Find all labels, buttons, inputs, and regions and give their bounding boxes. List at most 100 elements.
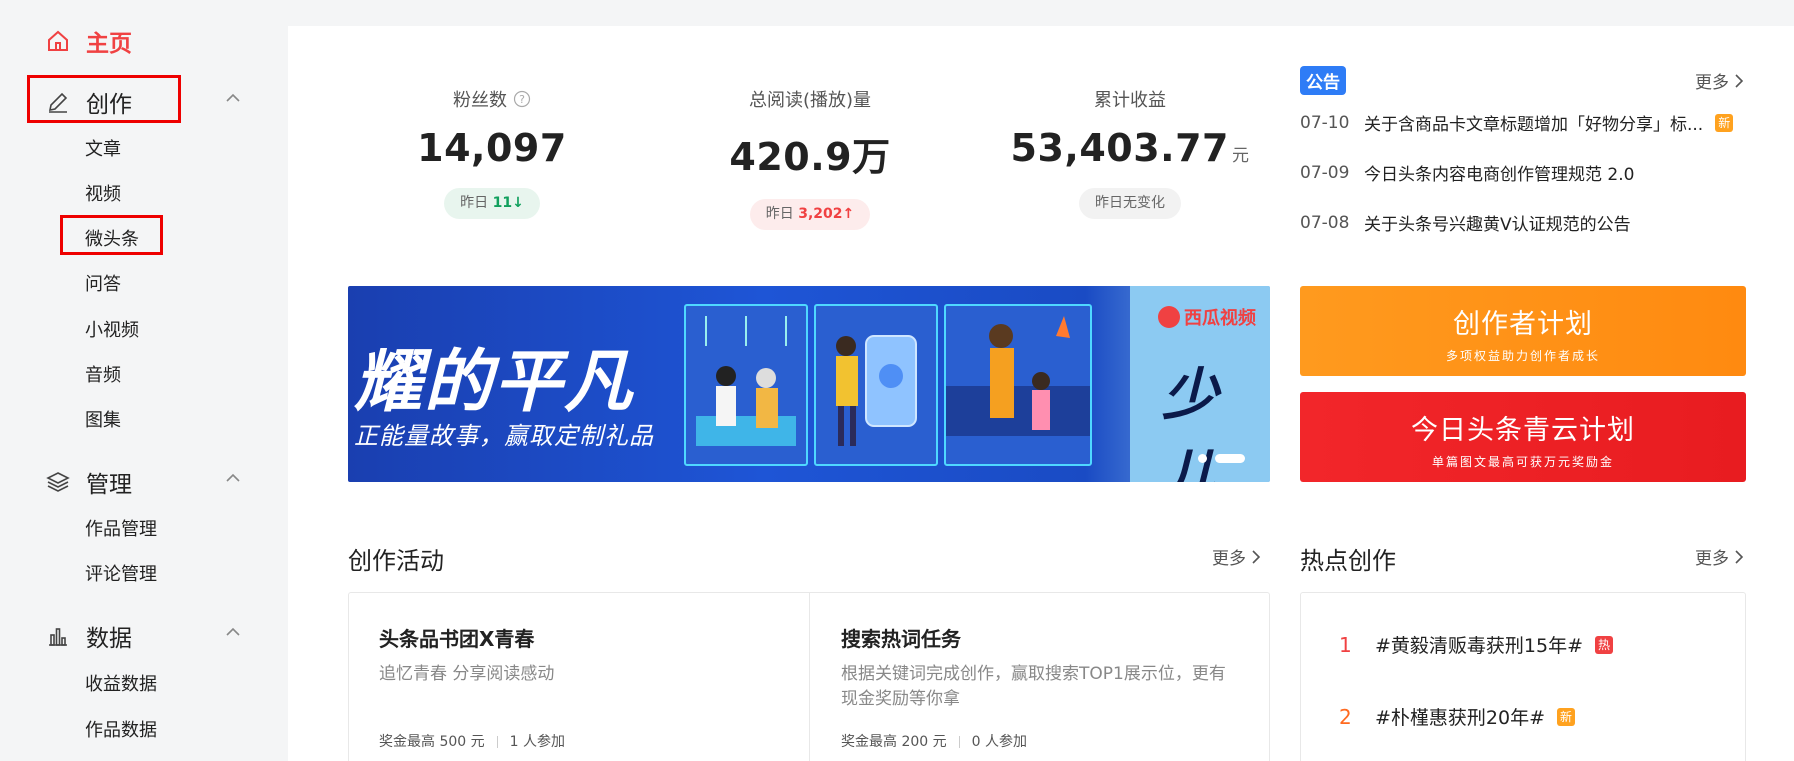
- activity-desc: 根据关键词完成创作，赢取搜索TOP1展示位，更有现金奖励等你拿: [841, 664, 1226, 709]
- kitchen-illustration: [946, 316, 1090, 436]
- hot-title: 热点创作: [1300, 547, 1396, 575]
- carousel-indicators[interactable]: [1198, 454, 1245, 463]
- activity-participants: 0 人参加: [971, 734, 1027, 750]
- stat-label: 累计收益: [1094, 90, 1166, 111]
- stat-unit: 元: [1231, 146, 1250, 166]
- stat-yesterday-pill: 昨日 3,202↑: [749, 199, 871, 230]
- sidebar-item-short-video[interactable]: 小视频: [85, 316, 139, 342]
- sidebar-item-revenue-data[interactable]: 收益数据: [85, 670, 157, 696]
- banner-illustration-panel: [814, 304, 938, 466]
- new-badge: 新: [1715, 113, 1734, 132]
- highlight-box-create: [27, 75, 181, 123]
- help-icon[interactable]: ?: [513, 90, 531, 108]
- arrow-down-icon: ↓: [512, 195, 524, 211]
- nav-home[interactable]: 主页: [46, 24, 132, 58]
- banner-illustration-panel: [944, 304, 1092, 466]
- activity-meta: 奖金最高 200 元 0 人参加: [841, 731, 1027, 751]
- creator-plan-banner[interactable]: 创作者计划 多项权益助力创作者成长: [1300, 286, 1746, 376]
- chevron-up-icon[interactable]: [224, 469, 242, 487]
- stat-value: 420.9万: [729, 135, 891, 179]
- notice-date: 07-08: [1300, 212, 1350, 233]
- notice-item[interactable]: 07-09 今日头条内容电商创作管理规范 2.0: [1300, 160, 1750, 186]
- arrow-up-icon: ↑: [842, 206, 855, 222]
- stat-fans: 粉丝数 ? 14,097 昨日 11↓: [392, 86, 592, 219]
- hot-rank: 2: [1339, 704, 1352, 729]
- sidebar-item-article[interactable]: 文章: [85, 135, 121, 161]
- nav-group-label: 数据: [86, 626, 132, 652]
- nav-group-data[interactable]: 数据: [46, 619, 246, 653]
- notice-badge: 公告: [1300, 66, 1346, 95]
- banner-title: 今日头条青云计划: [1411, 415, 1635, 446]
- hot-badge: 热: [1595, 635, 1614, 654]
- notice-date: 07-10: [1300, 112, 1350, 133]
- stat-yesterday-pill: 昨日无变化: [1079, 188, 1181, 219]
- stat-label: 总阅读(播放)量: [748, 90, 872, 111]
- sidebar-item-video[interactable]: 视频: [85, 180, 121, 206]
- xigua-logo-icon: [1158, 306, 1180, 328]
- sidebar-item-comments[interactable]: 评论管理: [85, 560, 157, 586]
- banner-title: 创作者计划: [1453, 309, 1593, 340]
- activities-title: 创作活动: [348, 547, 444, 575]
- stat-value: 14,097: [417, 126, 567, 170]
- sidebar: 主页 创作 文章 视频 微头条 问答 小视频 音频 图集 管理 作品管理 评论管…: [0, 0, 288, 761]
- notice-header: 公告: [1300, 66, 1750, 95]
- phone-illustration: [836, 335, 917, 446]
- hot-more-link[interactable]: 更多: [1695, 544, 1745, 569]
- home-icon: [48, 30, 68, 51]
- nav-group-manage[interactable]: 管理: [46, 465, 246, 499]
- sidebar-item-audio[interactable]: 音频: [85, 361, 121, 387]
- carousel-dot-active[interactable]: [1215, 454, 1245, 463]
- highlight-box-microheadline: [60, 215, 163, 255]
- notice-text: 今日头条内容电商创作管理规范 2.0: [1364, 165, 1635, 185]
- activity-meta: 奖金最高 500 元 1 人参加: [379, 731, 565, 751]
- new-badge: 新: [1557, 707, 1576, 726]
- chevron-right-icon: [1252, 549, 1261, 564]
- banner-subtitle: 多项权益助力创作者成长: [1445, 349, 1600, 363]
- activity-title: 搜索热词任务: [841, 627, 961, 651]
- sidebar-item-qa[interactable]: 问答: [85, 270, 121, 296]
- notice-more-link[interactable]: 更多: [1695, 68, 1745, 93]
- stat-revenue: 累计收益 53,403.77 元 昨日无变化: [1010, 86, 1250, 219]
- chevron-up-icon[interactable]: [224, 623, 242, 641]
- activity-reward: 奖金最高 500 元: [379, 734, 485, 750]
- card-divider: [809, 593, 810, 761]
- notice-date: 07-09: [1300, 162, 1350, 183]
- notice-text: 关于含商品卡文章标题增加「好物分享」标...: [1364, 115, 1704, 135]
- activity-card[interactable]: 头条品书团X青春 追忆青春 分享阅读感动 奖金最高 500 元 1 人参加: [379, 623, 779, 750]
- xigua-brand: 西瓜视频: [1184, 308, 1256, 329]
- banner-carousel[interactable]: 耀的平凡 正能量故事，赢取定制礼品 西瓜视频 少儿: [348, 286, 1270, 482]
- chevron-right-icon: [1735, 73, 1744, 88]
- nav-group-label: 管理: [86, 472, 132, 498]
- hot-rank: 1: [1339, 632, 1352, 657]
- stat-value: 53,403.77 元: [1010, 126, 1250, 170]
- nav-home-label: 主页: [86, 31, 132, 57]
- banner-subtitle: 单篇图文最高可获万元奖励金: [1431, 455, 1614, 469]
- notice-item[interactable]: 07-08 关于头条号兴趣黄V认证规范的公告: [1300, 210, 1750, 236]
- banner-slide-xigua: 西瓜视频 少儿: [1130, 286, 1270, 482]
- sidebar-item-gallery[interactable]: 图集: [85, 406, 121, 432]
- sidebar-item-works-data[interactable]: 作品数据: [85, 716, 157, 742]
- activities-more-link[interactable]: 更多: [1212, 544, 1262, 569]
- stat-reads: 总阅读(播放)量 420.9万 昨日 3,202↑: [700, 86, 920, 230]
- carousel-dot[interactable]: [1198, 454, 1207, 463]
- banner-subtitle: 正能量故事，赢取定制礼品: [354, 422, 654, 450]
- activity-desc: 追忆青春 分享阅读感动: [379, 664, 555, 684]
- subway-illustration: [696, 316, 796, 446]
- notice-text: 关于头条号兴趣黄V认证规范的公告: [1364, 215, 1631, 235]
- stat-yesterday-pill: 昨日 11↓: [444, 188, 540, 219]
- activity-title: 头条品书团X青春: [379, 627, 535, 651]
- hot-item[interactable]: 1 #黄毅清贩毒获刑15年# 热: [1339, 631, 1614, 658]
- activity-card[interactable]: 搜索热词任务 根据关键词完成创作，赢取搜索TOP1展示位，更有现金奖励等你拿 奖…: [841, 623, 1241, 750]
- hot-item[interactable]: 2 #朴槿惠获刑20年# 新: [1339, 703, 1576, 730]
- activity-reward: 奖金最高 200 元: [841, 734, 947, 750]
- hot-text: #黄毅清贩毒获刑15年#: [1375, 635, 1584, 657]
- sidebar-item-works[interactable]: 作品管理: [85, 515, 157, 541]
- activity-participants: 1 人参加: [509, 734, 565, 750]
- hot-text: #朴槿惠获刑20年#: [1375, 707, 1546, 729]
- notice-item[interactable]: 07-10 关于含商品卡文章标题增加「好物分享」标... 新: [1300, 110, 1750, 135]
- banner-title: 耀的平凡: [354, 342, 635, 422]
- hot-list: 1 #黄毅清贩毒获刑15年# 热 2 #朴槿惠获刑20年# 新: [1300, 592, 1746, 761]
- qingyun-plan-banner[interactable]: 今日头条青云计划 单篇图文最高可获万元奖励金: [1300, 392, 1746, 482]
- chevron-up-icon[interactable]: [224, 89, 242, 107]
- svg-text:?: ?: [519, 93, 525, 106]
